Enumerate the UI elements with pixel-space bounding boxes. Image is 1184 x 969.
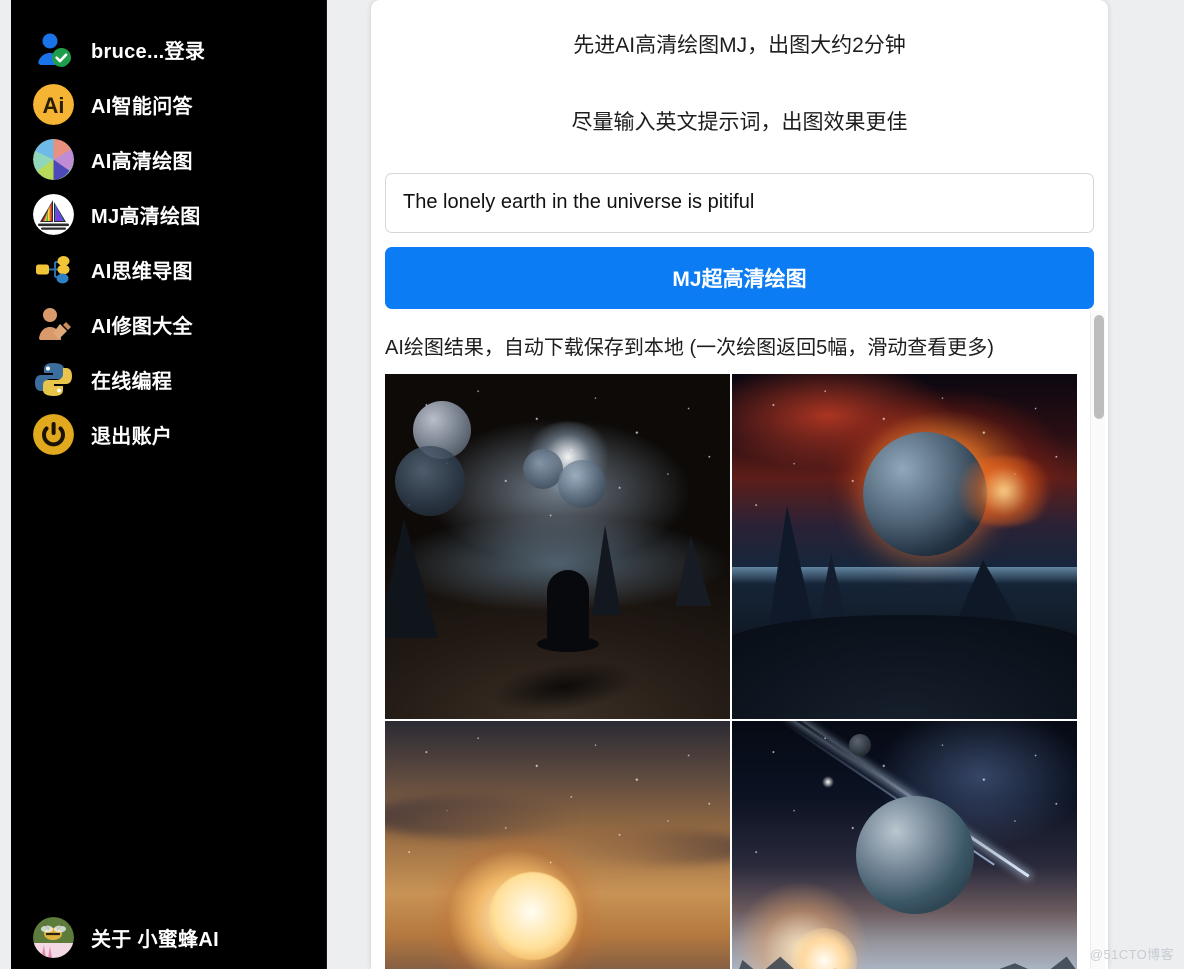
results-scrollbar[interactable] xyxy=(1090,311,1105,969)
power-off-icon xyxy=(33,414,74,455)
ai-chat-icon: Ai xyxy=(33,84,74,125)
results-label: AI绘图结果，自动下载保存到本地 (一次绘图返回5幅，滑动查看更多) xyxy=(385,336,994,359)
sidebar-item-label: 退出账户 xyxy=(91,426,173,448)
rock-peak-decoration xyxy=(674,535,711,606)
sidebar-nav-list: bruce...登录 Ai AI智能问答 AI高清绘图 MJ高清绘图 AI思维导… xyxy=(11,0,326,462)
sidebar-item-ai-chat[interactable]: Ai AI智能问答 xyxy=(11,77,326,132)
results-grid xyxy=(385,373,1077,969)
result-image-4[interactable] xyxy=(732,720,1077,969)
rock-peak-decoration xyxy=(592,525,621,616)
sidebar-about-label: 关于 小蜜蜂AI xyxy=(91,928,219,951)
figure-shadow-decoration xyxy=(485,653,642,719)
bee-avatar-icon xyxy=(33,916,74,958)
result-image-1[interactable] xyxy=(385,373,730,719)
sidebar-item-label: AI高清绘图 xyxy=(91,151,193,173)
python-icon xyxy=(33,359,74,400)
sidebar-item-label: MJ高清绘图 xyxy=(91,206,201,228)
moon-decoration xyxy=(849,734,872,757)
sidebar: bruce...登录 Ai AI智能问答 AI高清绘图 MJ高清绘图 AI思维导… xyxy=(11,0,327,969)
result-image-3[interactable] xyxy=(385,720,730,969)
color-wheel-icon xyxy=(33,139,74,180)
sun-glow-decoration xyxy=(949,456,1060,527)
moon-decoration xyxy=(395,446,466,517)
sidebar-item-photo-retouch[interactable]: AI修图大全 xyxy=(11,297,326,352)
svg-text:Ai: Ai xyxy=(43,93,65,118)
sun-decoration xyxy=(488,872,577,961)
sidebar-item-label: AI智能问答 xyxy=(91,96,193,118)
generate-button[interactable]: MJ超高清绘图 xyxy=(385,246,1094,309)
sidebar-item-about[interactable]: 关于 小蜜蜂AI xyxy=(11,907,326,967)
headline-primary: 先进AI高清绘图MJ，出图大约2分钟 xyxy=(573,34,906,57)
midjourney-sailboat-icon xyxy=(33,194,74,235)
bright-star-decoration xyxy=(821,775,834,788)
user-verified-icon xyxy=(33,29,74,70)
photo-retouch-icon xyxy=(33,304,74,345)
result-image-2[interactable] xyxy=(732,373,1077,719)
sidebar-item-mj-drawing[interactable]: MJ高清绘图 xyxy=(11,187,326,242)
seated-figure-decoration xyxy=(537,570,600,653)
moon-decoration xyxy=(557,459,606,508)
sidebar-item-logout[interactable]: 退出账户 xyxy=(11,407,326,462)
sidebar-item-label: AI修图大全 xyxy=(91,316,193,338)
sidebar-item-ai-drawing[interactable]: AI高清绘图 xyxy=(11,132,326,187)
headline-secondary: 尽量输入英文提示词，出图效果更佳 xyxy=(571,111,908,135)
planet-decoration xyxy=(856,796,975,915)
cloud-decoration xyxy=(385,796,575,838)
rock-peak-decoration xyxy=(385,518,439,639)
sidebar-item-account[interactable]: bruce...登录 xyxy=(11,22,326,77)
sidebar-item-mindmap[interactable]: AI思维导图 xyxy=(11,242,326,297)
mindmap-icon xyxy=(33,249,74,290)
sidebar-item-label: bruce...登录 xyxy=(91,41,206,63)
prompt-input[interactable] xyxy=(385,172,1094,233)
sidebar-item-online-coding[interactable]: 在线编程 xyxy=(11,352,326,407)
sidebar-item-label: 在线编程 xyxy=(91,371,173,393)
cloud-decoration xyxy=(567,830,730,866)
sidebar-item-label: AI思维导图 xyxy=(91,261,193,283)
terrain-decoration xyxy=(732,615,1077,719)
sun-decoration xyxy=(790,927,857,969)
panel-content: 先进AI高清绘图MJ，出图大约2分钟 尽量输入英文提示词，出图效果更佳 MJ超高… xyxy=(371,32,1108,969)
mountain-range-decoration xyxy=(732,956,1077,969)
scrollbar-thumb[interactable] xyxy=(1094,315,1104,419)
main-panel: 先进AI高清绘图MJ，出图大约2分钟 尽量输入英文提示词，出图效果更佳 MJ超高… xyxy=(371,0,1108,969)
app-root: bruce...登录 Ai AI智能问答 AI高清绘图 MJ高清绘图 AI思维导… xyxy=(0,0,1184,969)
